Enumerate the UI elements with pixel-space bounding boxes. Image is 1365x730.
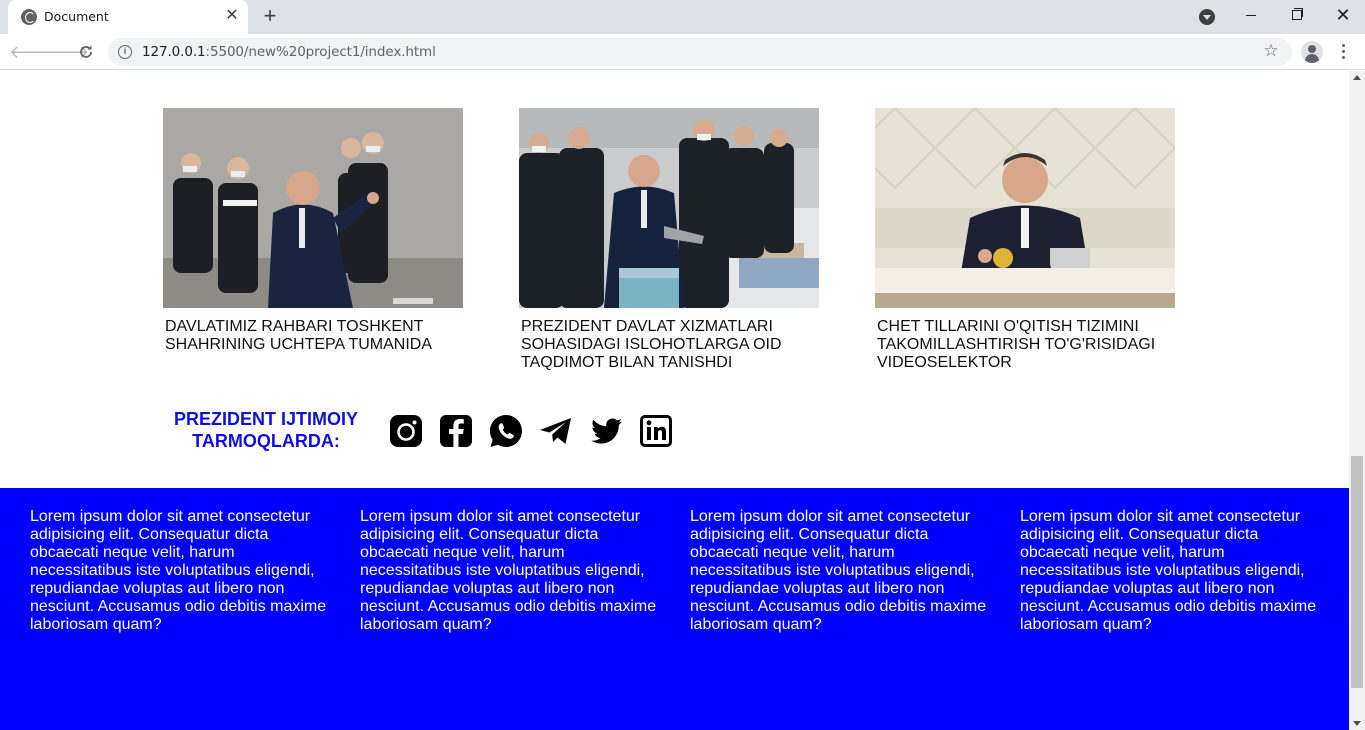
minimize-button[interactable]: [1236, 4, 1266, 26]
news-caption[interactable]: PREZIDENT DAVLAT XIZMATLARI SOHASIDAGI I…: [519, 318, 819, 372]
page-viewport: DAVLATIMIZ RAHBARI TOSHKENT SHAHRINING U…: [0, 71, 1349, 730]
url-path: :5500/new%20project1/index.html: [205, 44, 436, 60]
reload-icon[interactable]: [74, 40, 98, 64]
news-card[interactable]: DAVLATIMIZ RAHBARI TOSHKENT SHAHRINING U…: [163, 108, 463, 354]
news-photo[interactable]: [519, 108, 819, 308]
news-photo[interactable]: [163, 108, 463, 308]
tab-close-button[interactable]: ✕: [222, 6, 242, 26]
news-card[interactable]: PREZIDENT DAVLAT XIZMATLARI SOHASIDAGI I…: [519, 108, 819, 372]
tab-title: Document: [44, 9, 109, 24]
social-heading: PREZIDENT IJTIMOIY TARMOQLARDA:: [173, 409, 359, 451]
profile-avatar[interactable]: [1301, 41, 1323, 63]
tab-search-icon[interactable]: [1199, 9, 1215, 25]
globe-icon: [21, 9, 37, 25]
news-card[interactable]: CHET TILLARINI O'QITISH TIZIMINI TAKOMIL…: [875, 108, 1175, 372]
news-caption[interactable]: CHET TILLARINI O'QITISH TIZIMINI TAKOMIL…: [875, 318, 1175, 372]
address-bar[interactable]: i 127.0.0.1:5500/new%20project1/index.ht…: [108, 38, 1292, 66]
browser-toolbar: 🡐 🡒 i 127.0.0.1:5500/new%20project1/inde…: [0, 34, 1365, 70]
new-tab-button[interactable]: +: [258, 5, 282, 29]
scroll-down-arrow-icon[interactable]: [1353, 721, 1361, 726]
news-caption[interactable]: DAVLATIMIZ RAHBARI TOSHKENT SHAHRINING U…: [163, 318, 463, 354]
bookmark-star-icon[interactable]: ☆: [1261, 41, 1281, 61]
news-photo[interactable]: [875, 108, 1175, 308]
url-host: 127.0.0.1: [142, 44, 206, 60]
scrollbar-thumb[interactable]: [1351, 456, 1363, 688]
browser-tab[interactable]: Document ✕: [8, 0, 248, 34]
instagram-icon[interactable]: [388, 413, 424, 449]
linkedin-icon[interactable]: [638, 413, 674, 449]
telegram-icon[interactable]: [538, 413, 574, 449]
url-text: 127.0.0.1:5500/new%20project1/index.html: [142, 44, 436, 60]
site-info-icon[interactable]: i: [118, 45, 132, 59]
vertical-scrollbar[interactable]: [1349, 71, 1365, 730]
footer-column: Lorem ipsum dolor sit amet consectetur a…: [690, 508, 987, 633]
browser-tabstrip: Document ✕ + ✕: [0, 0, 1365, 34]
footer-column: Lorem ipsum dolor sit amet consectetur a…: [360, 508, 657, 633]
whatsapp-icon[interactable]: [488, 413, 524, 449]
scroll-up-arrow-icon[interactable]: [1353, 75, 1361, 80]
footer-column: Lorem ipsum dolor sit amet consectetur a…: [1020, 508, 1317, 633]
back-arrow-icon[interactable]: 🡐: [9, 40, 57, 64]
facebook-icon[interactable]: [438, 413, 474, 449]
footer: Lorem ipsum dolor sit amet consectetur a…: [0, 488, 1349, 730]
forward-arrow-icon[interactable]: 🡒: [41, 40, 89, 64]
kebab-menu-icon[interactable]: [1334, 42, 1354, 62]
restore-button[interactable]: [1282, 4, 1312, 26]
window-close-button[interactable]: ✕: [1328, 4, 1358, 26]
twitter-icon[interactable]: [588, 413, 624, 449]
footer-column: Lorem ipsum dolor sit amet consectetur a…: [30, 508, 327, 633]
